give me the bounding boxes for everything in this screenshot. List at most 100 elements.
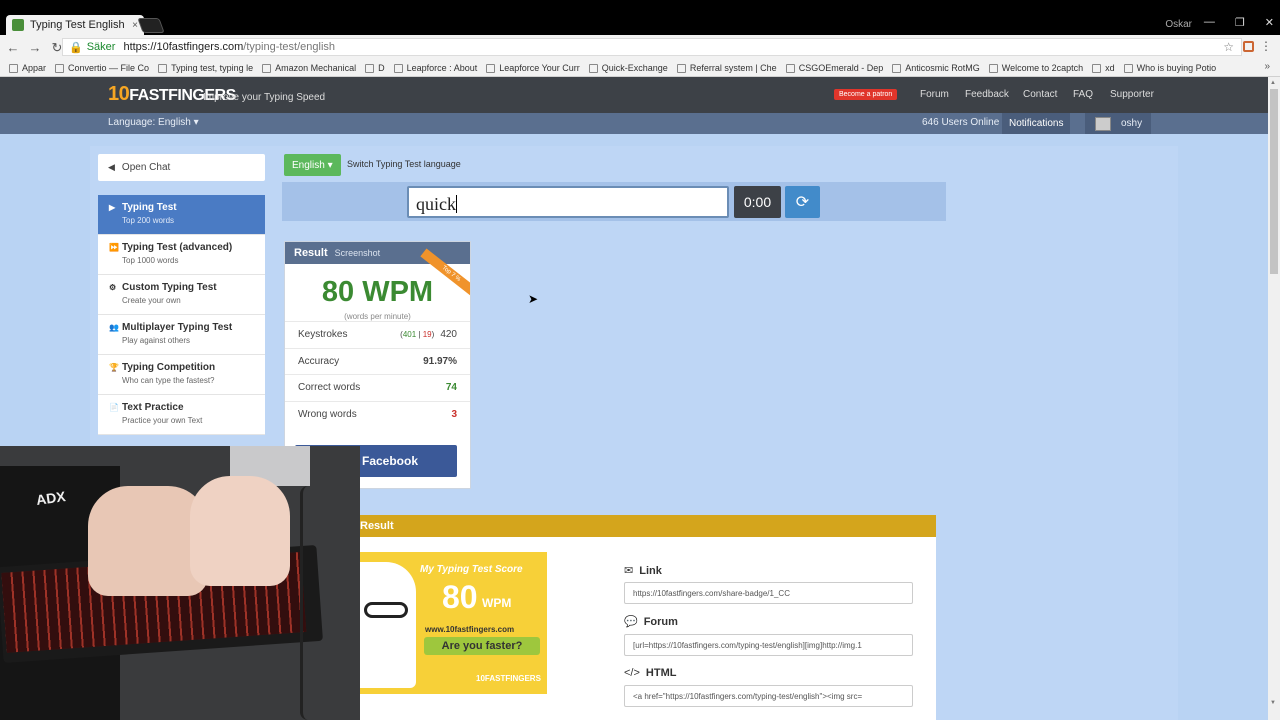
trophy-icon: 🏆 — [109, 363, 119, 372]
cogs-icon: ⚙ — [109, 283, 117, 292]
avatar — [1095, 116, 1111, 131]
nav-forum[interactable]: Forum — [920, 89, 949, 100]
bookmark-item[interactable]: Typing test, typing le — [158, 63, 253, 73]
forward-icon[interactable]: → — [26, 40, 44, 55]
sidebar-item-multiplayer-typing-test[interactable]: 👥 Multiplayer Typing Test Play against oth… — [98, 315, 265, 355]
tab-close-icon[interactable]: × — [132, 20, 138, 31]
nav-contact[interactable]: Contact — [1023, 89, 1057, 100]
bookmark-item[interactable]: Welcome to 2captch — [988, 63, 1083, 73]
new-tab-button[interactable] — [137, 18, 165, 33]
bookmark-item[interactable]: D — [365, 63, 385, 73]
bookmark-item[interactable]: Leapforce Your Curr — [486, 63, 580, 73]
open-chat-button[interactable]: ◀ Open Chat — [98, 154, 265, 181]
screenshot-link[interactable]: Screenshot — [335, 248, 381, 258]
site-tagline: Improve your Typing Speed — [203, 92, 326, 103]
bookmark-item[interactable]: Appar — [9, 63, 46, 73]
restore-icon[interactable]: ❐ — [1235, 16, 1245, 29]
chevron-down-icon: ▾ — [193, 117, 199, 128]
typing-input[interactable]: quick — [407, 186, 729, 218]
apps-grid-icon — [9, 63, 18, 73]
nav-faq[interactable]: FAQ — [1073, 89, 1093, 100]
close-window-icon[interactable]: ✕ — [1265, 16, 1274, 29]
bookmark-page-icon — [393, 63, 403, 73]
timer: 0:00 — [734, 186, 781, 218]
sidebar-item-typing-competition[interactable]: 🏆 Typing Competition Who can type the fast… — [98, 355, 265, 395]
bookmark-item[interactable]: Who is buying Potio — [1123, 63, 1216, 73]
user-menu[interactable]: oshy — [1085, 113, 1151, 134]
browser-menu-icon[interactable]: ⋮ — [1260, 39, 1272, 53]
switch-language-label: Switch Typing Test language — [347, 159, 461, 169]
code-icon: </> — [624, 667, 640, 679]
extension-icon[interactable] — [1243, 41, 1254, 52]
link-field[interactable]: https://10fastfingers.com/share-badge/1_… — [624, 582, 913, 604]
lock-icon: 🔒 — [69, 41, 83, 54]
scroll-up-icon[interactable]: ▲ — [1270, 80, 1276, 86]
bookmark-item[interactable]: CSGOEmerald - Dep — [785, 63, 883, 73]
restart-button[interactable]: ⟳ — [785, 186, 820, 218]
share-panel-header: Result — [340, 515, 936, 537]
bookmark-item[interactable]: Referral system | Che — [676, 63, 777, 73]
become-patron-button[interactable]: Become a patron — [834, 89, 898, 100]
scrollbar-thumb[interactable] — [1270, 89, 1278, 274]
mascot-image — [360, 562, 416, 688]
keystrokes-row: Keystrokes (401 | 19) 420 — [285, 321, 470, 348]
wpm-subtitle: (words per minute) — [344, 312, 411, 321]
site-favicon — [12, 19, 24, 31]
bookmark-star-icon[interactable]: ☆ — [1223, 40, 1234, 54]
sidebar-item-typing-test[interactable]: ▶ Typing Test Top 200 words — [98, 195, 265, 235]
bookmark-page-icon — [262, 63, 272, 73]
sidebar-item-label: Multiplayer Typing Test — [122, 322, 233, 333]
bookmark-page-icon — [892, 63, 902, 73]
nav-supporter[interactable]: Supporter — [1110, 89, 1154, 100]
forward-icon: ⏩ — [109, 243, 119, 252]
sidebar-item-text-practice[interactable]: 📄 Text Practice Practice your own Text — [98, 395, 265, 435]
bookmark-item[interactable]: Amazon Mechanical — [262, 63, 356, 73]
browser-tab[interactable]: Typing Test English - 10F × — [6, 15, 144, 35]
test-language-button[interactable]: English ▾ — [284, 154, 341, 176]
sidebar: ◀ Open Chat ▶ Typing Test Top 200 words ⏩ Ty… — [98, 154, 265, 435]
sidebar-item-typing-test-advanced[interactable]: ⏩ Typing Test (advanced) Top 1000 words — [98, 235, 265, 275]
correct-words-row: Correct words 74 — [285, 374, 470, 401]
bookmark-item[interactable]: Anticosmic RotMG — [892, 63, 980, 73]
language-selector[interactable]: Language: English ▾ — [108, 117, 199, 128]
bookmark-page-icon — [785, 63, 795, 73]
sidebar-item-label: Typing Test — [122, 202, 177, 213]
notifications-button[interactable]: Notifications — [1002, 113, 1071, 134]
minimize-icon[interactable]: — — [1204, 16, 1215, 29]
bookmark-page-icon — [365, 63, 375, 73]
profile-name[interactable]: Oskar — [1165, 19, 1192, 30]
cable — [300, 486, 316, 720]
link-label: ✉ Link — [624, 565, 662, 577]
page-scrollbar[interactable]: ▲ ▼ — [1268, 77, 1280, 720]
address-bar[interactable]: 🔒 Säker https://10fastfingers.com /typin… — [62, 38, 1242, 56]
bookmark-item[interactable]: Convertio — File Co — [55, 63, 149, 73]
sidebar-item-label: Custom Typing Test — [122, 282, 217, 293]
forum-field[interactable]: [url=https://10fastfingers.com/typing-te… — [624, 634, 913, 656]
username: oshy — [1121, 118, 1143, 129]
sidebar-item-subtitle: Top 200 words — [122, 216, 175, 225]
users-icon: 👥 — [109, 323, 119, 332]
bookmark-item[interactable]: Leapforce : About — [393, 63, 477, 73]
bookmark-page-icon — [1092, 63, 1102, 73]
bookmarks-bar: Appar Convertio — File Co Typing test, typ… — [0, 60, 1280, 77]
back-icon[interactable]: ← — [4, 40, 22, 55]
nav-feedback[interactable]: Feedback — [965, 89, 1009, 100]
bookmarks-overflow-icon[interactable]: » — [1264, 61, 1270, 72]
html-field[interactable]: <a href="https://10fastfingers.com/typin… — [624, 685, 913, 707]
bookmark-page-icon — [1123, 63, 1133, 73]
wrong-words-row: Wrong words 3 — [285, 400, 470, 428]
bookmark-page-icon — [676, 63, 686, 73]
text-caret — [456, 195, 457, 213]
bookmark-page-icon — [988, 63, 998, 73]
sidebar-item-custom-typing-test[interactable]: ⚙ Custom Typing Test Create your own — [98, 275, 265, 315]
file-icon: 📄 — [109, 403, 119, 412]
bookmark-item[interactable]: xd — [1092, 63, 1115, 73]
bookmark-item[interactable]: Quick-Exchange — [588, 63, 668, 73]
scroll-down-icon[interactable]: ▼ — [1270, 700, 1276, 706]
sidebar-item-subtitle: Top 1000 words — [122, 256, 179, 265]
comments-icon: 💬 — [624, 616, 638, 628]
webcam-overlay: ADX — [0, 446, 360, 720]
wpm-value: 80 WPM — [321, 276, 434, 308]
sidebar-item-subtitle: Play against others — [122, 336, 191, 345]
sidebar-item-subtitle: Practice your own Text — [122, 416, 203, 425]
